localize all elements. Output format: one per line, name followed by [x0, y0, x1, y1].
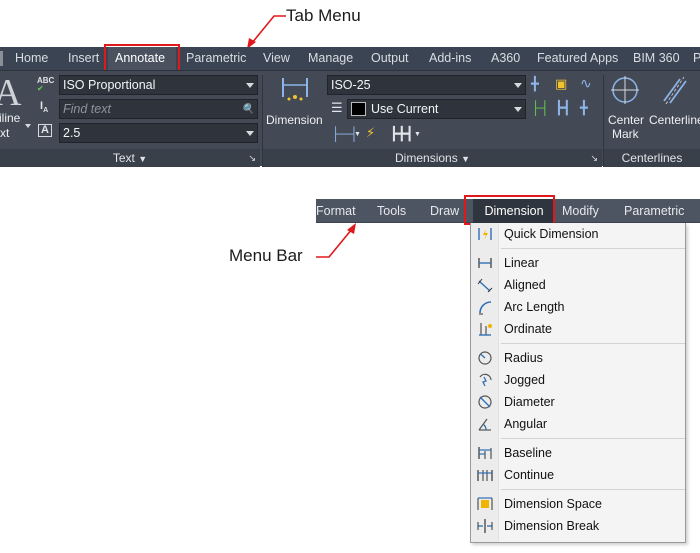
aligned-icon — [477, 278, 493, 293]
inspect-icon[interactable]: ┣┫ — [555, 101, 571, 114]
baseline-icon — [478, 447, 492, 459]
dimension-button-label: Dimension — [266, 113, 323, 127]
quick-dimension-icon — [478, 228, 492, 240]
menu-modify[interactable]: Modify — [562, 199, 599, 223]
find-search-icon[interactable]: 🔍 — [242, 101, 254, 118]
find-text-icon[interactable]: IA — [40, 100, 48, 114]
menu-item-aligned[interactable]: Aligned — [471, 274, 685, 296]
dim-break-icon[interactable]: ╋ — [531, 77, 539, 90]
dimension-break-icon — [477, 519, 493, 533]
tab-featured-apps[interactable]: Featured Apps — [537, 47, 618, 70]
continue-icon — [477, 470, 493, 481]
linear-dropdown-icon[interactable]: ▼ — [354, 131, 361, 138]
menu-separator — [501, 248, 685, 249]
tab-manage[interactable]: Manage — [308, 47, 353, 70]
continue-dropdown-icon[interactable]: ▼ — [414, 131, 421, 138]
ribbon-panels: A iline xt ABC ✔ ISO Proportional IA Find… — [0, 70, 700, 167]
menu-separator — [501, 343, 685, 344]
text-height-icon: A — [38, 124, 52, 137]
menu-item-quick-dimension[interactable]: Quick Dimension — [471, 223, 685, 245]
tab-p[interactable]: P — [693, 47, 700, 70]
dimension-button[interactable]: Dimension — [264, 75, 326, 147]
menu-parametric[interactable]: Parametric — [624, 199, 684, 223]
tab-output[interactable]: Output — [371, 47, 409, 70]
menu-item-jogged[interactable]: Jogged — [471, 369, 685, 391]
find-text-input[interactable]: Find text 🔍 — [59, 99, 258, 119]
radius-icon — [478, 351, 492, 365]
menu-item-ordinate[interactable]: Ordinate — [471, 318, 685, 340]
tab-add-ins[interactable]: Add-ins — [429, 47, 471, 70]
menu-item-radius[interactable]: Radius — [471, 347, 685, 369]
dim-space-icon[interactable]: ▣ — [555, 77, 567, 90]
continue-dim-icon[interactable]: ┣╋┫ — [390, 127, 413, 140]
tab-bim-360[interactable]: BIM 360 — [633, 47, 680, 70]
dim-style-select[interactable]: ISO-25 — [327, 75, 526, 95]
tab-menu-arrow-icon — [247, 15, 286, 49]
center-mark-label-2: Mark — [612, 127, 639, 141]
menu-item-dimension-space[interactable]: Dimension Space — [471, 493, 685, 515]
tab-parametric[interactable]: Parametric — [186, 47, 246, 70]
jogged-icon — [479, 373, 492, 387]
angular-icon — [478, 418, 491, 431]
centerline-icon — [663, 76, 687, 105]
menu-item-baseline[interactable]: Baseline — [471, 442, 685, 464]
dimension-icon — [282, 78, 308, 101]
arc-length-icon — [479, 301, 492, 315]
centerlines-panel-title[interactable]: Centerlines — [604, 149, 700, 167]
text-big-label-1: iline — [0, 111, 21, 125]
menu-item-arc-length[interactable]: Arc Length — [471, 296, 685, 318]
spell-check-icon[interactable]: ABC ✔ — [37, 77, 54, 93]
menu-item-angular[interactable]: Angular — [471, 413, 685, 435]
ordinate-icon — [479, 323, 492, 336]
centerline-label: Centerline — [649, 113, 700, 127]
menu-bar-arrow-icon — [316, 223, 356, 258]
dimensions-panel-title[interactable]: Dimensions ▼ ↘ — [263, 149, 602, 167]
text-panel-title[interactable]: Text ▼ ↘ — [0, 149, 260, 167]
menu-item-diameter[interactable]: Diameter — [471, 391, 685, 413]
centerline-button[interactable]: Centerline — [648, 75, 700, 145]
diameter-icon — [478, 395, 492, 409]
text-big-label-2: xt — [0, 126, 10, 140]
quick-dim-icon[interactable]: ⚡ — [366, 126, 375, 139]
layer-icon[interactable]: ☰ — [331, 101, 343, 114]
layer-color-swatch — [351, 102, 366, 116]
text-panel-launcher-icon[interactable]: ↘ — [248, 149, 256, 167]
tab-insert[interactable]: Insert — [68, 47, 99, 70]
menu-separator — [501, 438, 685, 439]
menu-tools[interactable]: Tools — [377, 199, 406, 223]
tab-view[interactable]: View — [263, 47, 290, 70]
center-mark-icon — [611, 76, 639, 104]
center-mark-button[interactable]: Center Mark — [605, 75, 647, 145]
text-big-icon: A — [0, 72, 22, 114]
text-big-dropdown-icon — [25, 124, 31, 128]
dimension-space-icon — [477, 497, 493, 510]
dimensions-panel-launcher-icon[interactable]: ↘ — [590, 149, 598, 167]
jog-line-icon[interactable]: ∿ — [580, 76, 592, 90]
adjust-space-icon[interactable]: ├┤ — [531, 101, 549, 114]
tab-menu-callout: Tab Menu — [286, 6, 361, 25]
menu-item-linear[interactable]: Linear — [471, 252, 685, 274]
menu-format[interactable]: Format — [316, 199, 356, 223]
menu-bar-callout: Menu Bar — [229, 246, 303, 265]
tab-home[interactable]: Home — [15, 47, 48, 70]
tab-a360[interactable]: A360 — [491, 47, 520, 70]
tab-bar-edge — [0, 51, 3, 66]
text-height-select[interactable]: 2.5 — [59, 123, 258, 143]
dim-layer-select[interactable]: Use Current — [347, 99, 526, 119]
text-style-select[interactable]: ISO Proportional — [59, 75, 258, 95]
menu-separator — [501, 489, 685, 490]
update-icon[interactable]: ╋ — [580, 101, 588, 114]
center-mark-label-1: Center — [608, 113, 645, 127]
linear-icon — [478, 258, 492, 268]
menu-item-continue[interactable]: Continue — [471, 464, 685, 486]
dimension-dropdown-menu: Quick Dimension Linear Aligned Arc Lengt… — [470, 223, 686, 543]
menu-highlight-box — [464, 195, 555, 225]
text-big-button[interactable]: A iline xt — [0, 71, 32, 147]
menu-item-dimension-break[interactable]: Dimension Break — [471, 515, 685, 537]
menu-draw[interactable]: Draw — [430, 199, 459, 223]
